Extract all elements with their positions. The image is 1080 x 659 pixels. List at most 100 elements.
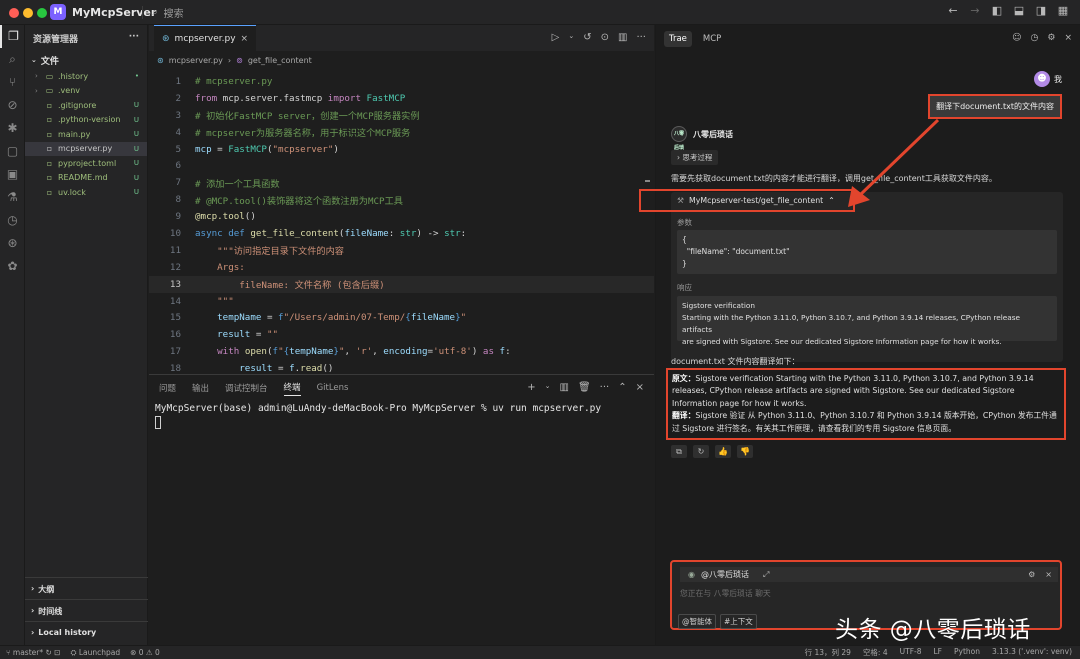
tree-item[interactable]: ▫ main.py U <box>25 127 147 142</box>
more-icon[interactable]: ··· <box>636 32 646 43</box>
search-input[interactable]: ⌕ 搜索 <box>152 5 184 20</box>
original-text: Sigstore verification Starting with the … <box>672 374 1034 408</box>
thumbs-down-icon[interactable]: 👎 <box>737 445 753 458</box>
settings-icon[interactable]: ⚙ <box>1028 570 1035 579</box>
thumbs-up-icon[interactable]: 👍 <box>715 445 731 458</box>
retry-icon[interactable]: ↻ <box>693 445 709 458</box>
code-line: 15 tempName = f"/Users/admin/07-Temp/{fi… <box>169 312 467 324</box>
encoding-status[interactable]: UTF-8 <box>900 647 922 658</box>
tab-mcp[interactable]: MCP <box>698 31 726 47</box>
tab-gitlens[interactable]: GitLens <box>317 383 349 393</box>
more-icon[interactable]: ··· <box>129 32 139 44</box>
close-icon[interactable]: × <box>1045 570 1052 579</box>
forward-icon[interactable]: → <box>968 4 982 17</box>
maximize-panel-icon[interactable]: ⌃ <box>618 382 626 393</box>
language-status[interactable]: Python <box>954 647 980 658</box>
file-tree: › ▭ .history • › ▭ .venv ▫ .gitignore U ▫ .python-v… <box>25 69 147 200</box>
code-line: 7 # 添加一个工具函数 <box>175 177 280 190</box>
tree-item[interactable]: › ▭ .venv <box>25 84 147 99</box>
tree-item[interactable]: › ▭ .history • <box>25 69 147 84</box>
back-icon[interactable]: ← <box>946 4 960 17</box>
tab-trae[interactable]: Trae <box>664 31 692 47</box>
chevron-down-icon[interactable]: ⌄ <box>568 32 574 43</box>
tree-item[interactable]: ▫ .python-version U <box>25 113 147 128</box>
new-terminal-icon[interactable]: + <box>527 382 535 393</box>
context-button[interactable]: #上下文 <box>720 614 757 629</box>
tree-item[interactable]: ▫ pyproject.toml U <box>25 156 147 171</box>
close-icon[interactable]: × <box>241 34 249 44</box>
code-area[interactable]: 1 # mcpserver.py 2 from mcp.server.fastmcp… <box>149 73 654 377</box>
interpreter-status[interactable]: 3.13.3 ('.venv': venv) <box>992 647 1072 658</box>
project-badge: M <box>50 4 66 20</box>
bug-icon[interactable]: ✱ <box>0 117 25 140</box>
split-terminal-icon[interactable]: ▥ <box>560 382 569 393</box>
code-line: 14 """ <box>169 295 234 307</box>
tab-output[interactable]: 输出 <box>192 382 209 394</box>
tree-item[interactable]: ▫ uv.lock U <box>25 185 147 200</box>
tab-debug-console[interactable]: 调试控制台 <box>225 382 268 394</box>
flask-icon[interactable]: ⚗ <box>0 186 25 209</box>
search-icon[interactable]: ⌕ <box>0 48 25 71</box>
outline-section[interactable]: › 大纲 <box>25 577 148 599</box>
compare-icon[interactable]: ⊙ <box>601 32 609 43</box>
agent-button[interactable]: @智能体 <box>678 614 716 629</box>
terminal-output[interactable]: MyMcpServer(base) admin@LuAndy-deMacBook… <box>149 401 654 434</box>
launchpad-status[interactable]: ⛭ Launchpad <box>70 648 120 658</box>
problems-status[interactable]: ⊗ 0 ⚠ 0 <box>130 648 160 658</box>
trash-icon[interactable]: 🗑 <box>578 382 591 393</box>
tool-call-header[interactable]: ⚒ MyMcpserver-test/get_file_content ⌃ <box>639 189 855 212</box>
tab-terminal[interactable]: 终端 <box>283 381 301 396</box>
folder-icon: ▭ <box>45 71 54 81</box>
run-icon[interactable]: ▷ <box>552 32 560 43</box>
layout-bottom-icon[interactable]: ⬓ <box>1012 4 1026 17</box>
timeline-section[interactable]: › 时间线 <box>25 599 148 621</box>
files-section-header[interactable]: ⌄ 文件 <box>25 51 147 69</box>
chat-icon[interactable]: ▢ <box>0 140 25 163</box>
layout-grid-icon[interactable]: ▦ <box>1056 4 1070 17</box>
timeline-icon[interactable]: ◷ <box>0 209 25 232</box>
layout-left-icon[interactable]: ◧ <box>990 4 1004 17</box>
maximize-window-button[interactable] <box>37 8 47 18</box>
tree-item[interactable]: ▫ .gitignore U <box>25 98 147 113</box>
branch-status[interactable]: ⑂ master* ↻ ⊡ <box>6 648 60 658</box>
robot-icon[interactable]: ☺ <box>1012 33 1021 43</box>
breadcrumb-symbol[interactable]: get_file_content <box>248 56 312 65</box>
file-icon: ▫ <box>46 173 53 183</box>
source-control-icon[interactable]: ⑂ <box>0 71 25 94</box>
magic-icon[interactable]: ⤢ <box>763 570 769 580</box>
minimap-marker <box>645 180 650 182</box>
close-icon[interactable]: × <box>636 382 644 393</box>
eol-status[interactable]: LF <box>934 647 943 658</box>
explorer-icon[interactable]: ❐ <box>0 25 25 48</box>
layout-right-icon[interactable]: ◨ <box>1034 4 1048 17</box>
split-editor-icon[interactable]: ▥ <box>618 32 627 43</box>
close-icon[interactable]: × <box>1064 33 1072 43</box>
chevron-right-icon: › <box>31 628 35 637</box>
tree-item[interactable]: ▫ README.md U <box>25 171 147 186</box>
search-placeholder: 搜索 <box>163 9 184 20</box>
more-icon[interactable]: ··· <box>600 382 610 393</box>
cursor-position[interactable]: 行 13，列 29 <box>805 647 851 658</box>
tab-mcpserver-py[interactable]: ⊛ mcpserver.py × <box>154 25 257 51</box>
indent-status[interactable]: 空格: 4 <box>863 647 888 658</box>
thinking-toggle[interactable]: › 思考过程 <box>671 150 719 165</box>
settings-icon[interactable]: ⚙ <box>1047 33 1055 43</box>
local-history-section[interactable]: › Local history <box>25 621 148 643</box>
extensions-icon[interactable]: ▣ <box>0 163 25 186</box>
tab-problems[interactable]: 问题 <box>159 382 176 394</box>
chevron-down-icon[interactable]: ⌄ <box>545 382 551 393</box>
chat-input-placeholder[interactable]: 您正在与 八零后琐话 聊天 <box>680 588 771 599</box>
minimize-window-button[interactable] <box>23 8 33 18</box>
breadcrumb-file[interactable]: mcpserver.py <box>169 56 223 65</box>
tree-item[interactable]: ▫ mcpserver.py U <box>25 141 147 156</box>
history-icon[interactable]: ◷ <box>1031 33 1039 43</box>
copy-icon[interactable]: ⧉ <box>671 445 687 458</box>
translation-title: document.txt 文件内容翻译如下： <box>671 357 800 366</box>
close-window-button[interactable] <box>9 8 19 18</box>
python-icon[interactable]: ⊛ <box>0 232 25 255</box>
tree-item-label: README.md <box>58 173 108 183</box>
history-icon[interactable]: ↺ <box>583 32 591 43</box>
run-debug-icon[interactable]: ⊘ <box>0 94 25 117</box>
tree-item-label: uv.lock <box>58 187 86 197</box>
openai-icon[interactable]: ✿ <box>0 255 25 278</box>
